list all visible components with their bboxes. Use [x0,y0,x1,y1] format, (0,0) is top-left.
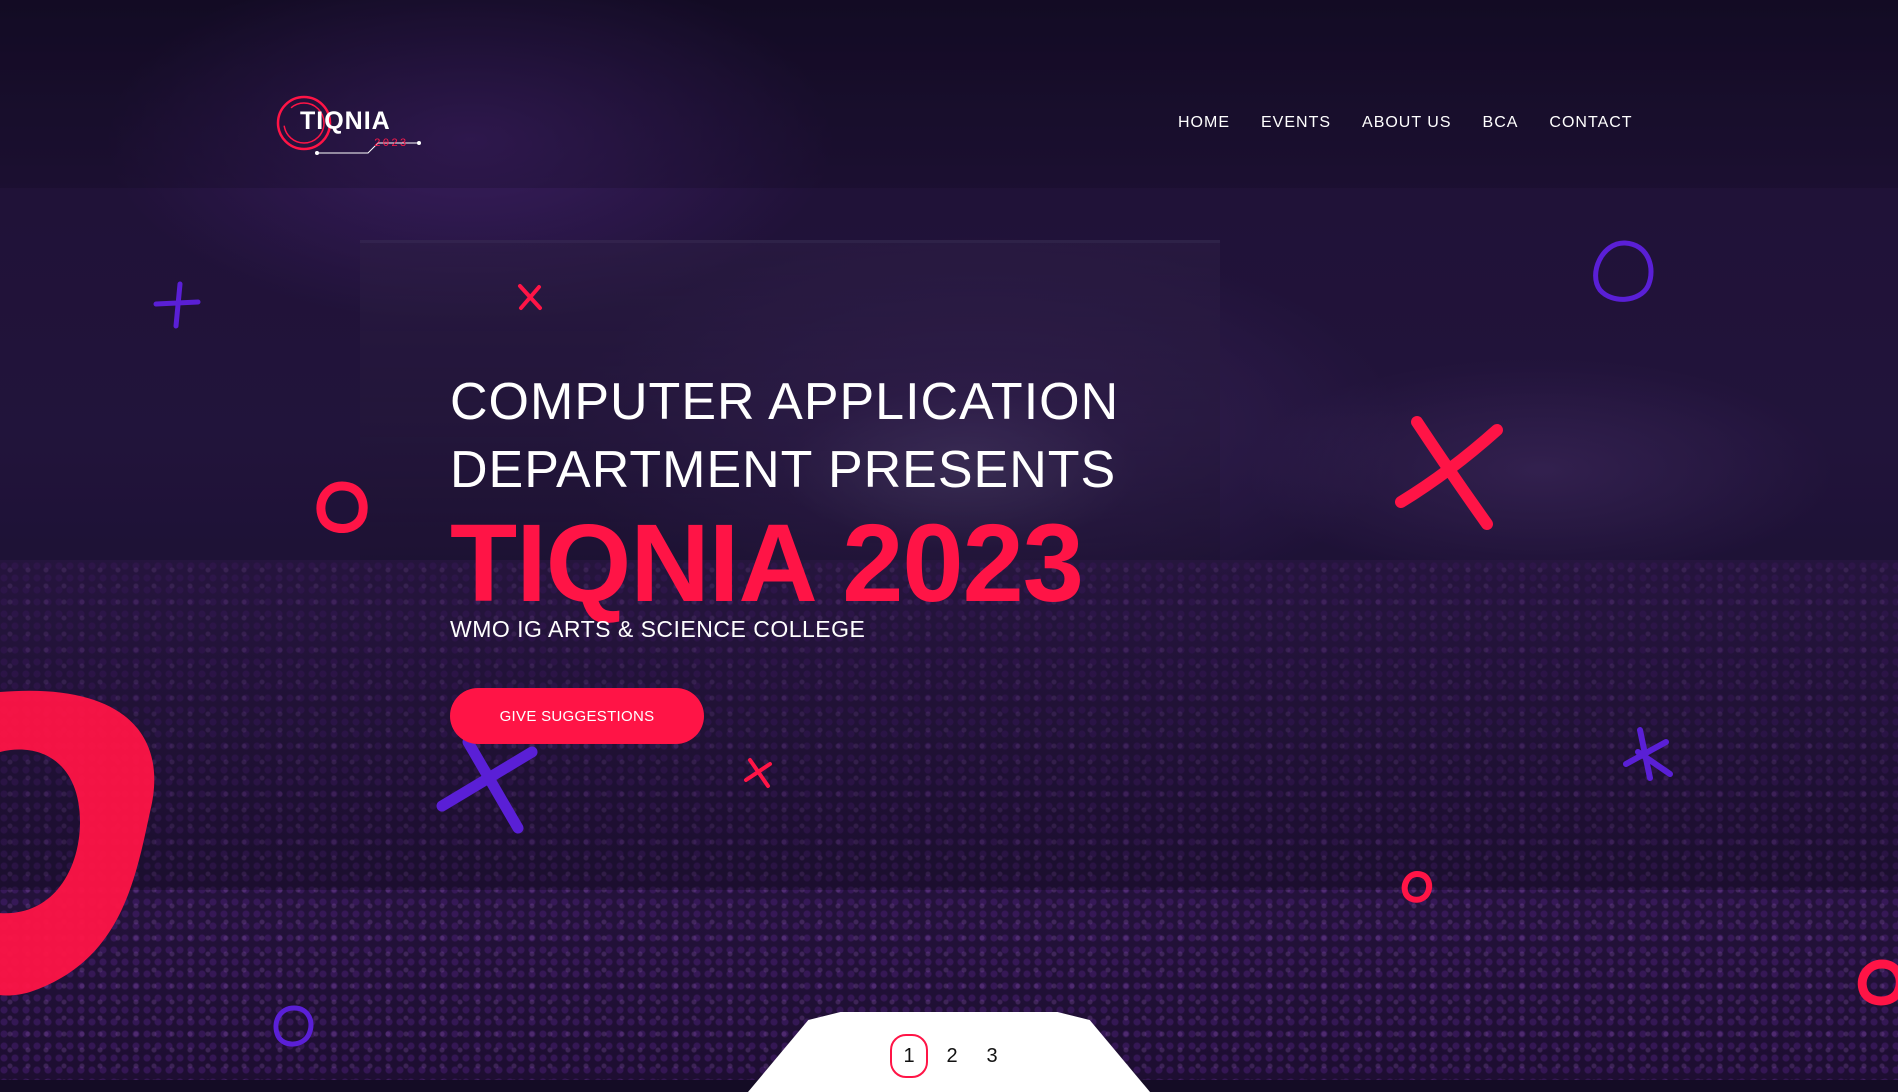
nav-events[interactable]: EVENTS [1261,114,1331,132]
red-x-shape-medium [744,758,772,788]
nav-home[interactable]: HOME [1178,114,1230,132]
page-1-button[interactable]: 1 [890,1034,928,1078]
nav-about-us[interactable]: ABOUT US [1362,114,1452,132]
main-navigation: HOME EVENTS ABOUT US BCA CONTACT [1178,114,1633,132]
purple-plus-shape [153,281,201,329]
logo-year: 2023 [374,138,409,150]
page-2-button[interactable]: 2 [932,1034,972,1078]
purple-circle-shape [1593,240,1654,302]
nav-bca[interactable]: BCA [1483,114,1519,132]
logo-text: TIQNIA [300,107,391,135]
red-blob-shape [0,690,155,996]
nav-contact[interactable]: CONTACT [1549,114,1632,132]
hero-subtitle-line-1: COMPUTER APPLICATION [450,373,1120,431]
purple-x-shape-large [436,736,538,834]
purple-small-ring-shape [273,1005,314,1047]
purple-x-shape-small [1623,727,1673,781]
red-x-shape-large [1395,416,1503,530]
hero-subtitle-line-2: DEPARTMENT PRESENTS [450,441,1117,499]
give-suggestions-button[interactable]: GIVE SUGGESTIONS [450,688,704,744]
red-edge-ring-shape [1857,959,1898,1006]
red-ring-shape [316,481,368,533]
red-small-ring-shape [1401,870,1433,903]
red-x-shape-small [518,284,542,310]
page-3-button[interactable]: 3 [972,1034,1012,1078]
hero-title: TIQNIA 2023 [450,502,1084,625]
slider-pagination: 1 2 3 [890,1034,1012,1078]
hero-content: COMPUTER APPLICATION DEPARTMENT PRESENTS… [450,368,1119,643]
site-logo[interactable]: TIQNIA 2023 [274,93,424,157]
